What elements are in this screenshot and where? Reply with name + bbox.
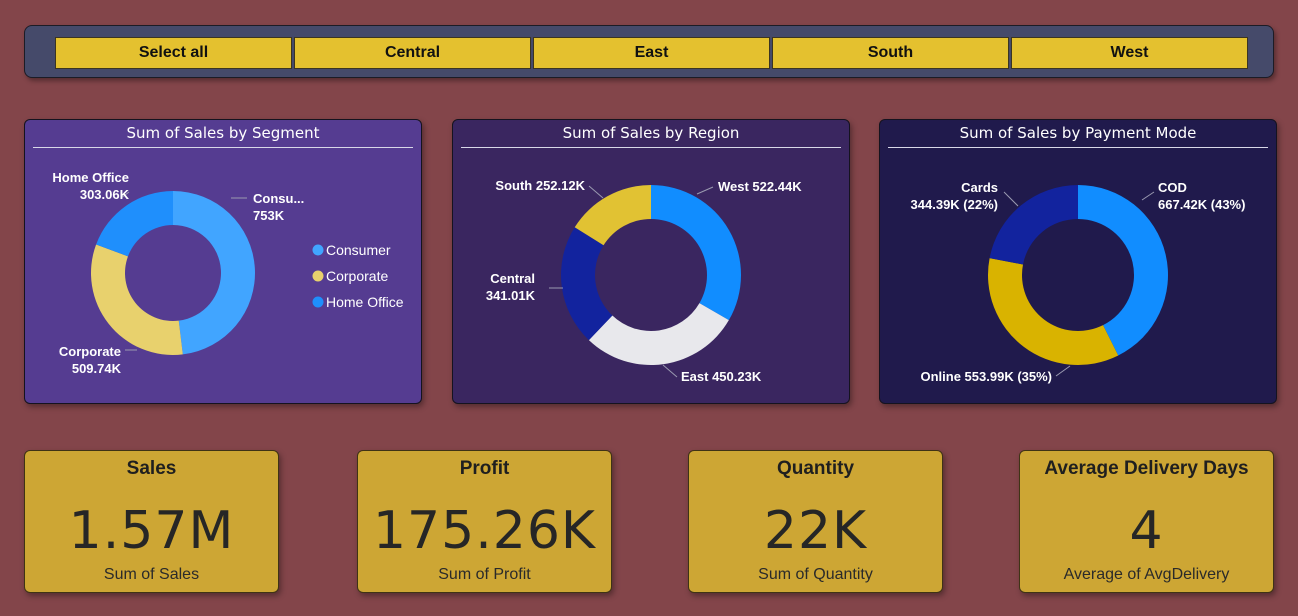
- slicer-select-all-button[interactable]: Select all: [55, 37, 292, 69]
- donut-slice-central[interactable]: [561, 227, 613, 341]
- payment-chart-card: Sum of Sales by Payment Mode COD 667.42K …: [879, 119, 1277, 404]
- kpi-subtitle: Average of AvgDelivery: [1063, 566, 1230, 583]
- data-label: Home Office: [52, 170, 129, 185]
- kpi-delivery-card: Average Delivery Days 4 Average of AvgDe…: [1019, 450, 1274, 593]
- kpi-value: 4: [1129, 501, 1164, 561]
- legend-item[interactable]: Home Office: [326, 294, 404, 310]
- label-leader-line: [1055, 365, 1071, 377]
- kpi-value: 22K: [763, 501, 868, 561]
- data-label: East 450.23K: [681, 369, 762, 384]
- data-label: Cards: [961, 180, 998, 195]
- slicer-central-button[interactable]: Central: [294, 37, 531, 69]
- data-label: COD: [1158, 180, 1187, 195]
- region-slicer: Select all Central East South West: [24, 25, 1274, 78]
- data-label: Corporate: [59, 344, 121, 359]
- kpi-title: Quantity: [776, 458, 855, 479]
- label-leader-line: [696, 186, 714, 195]
- legend-marker: [312, 244, 324, 256]
- region-donut-chart: West 522.44K East 450.23K Central 341.01K So…: [486, 178, 802, 384]
- kpi-value: 1.57M: [68, 501, 235, 561]
- segment-chart-card: Sum of Sales by Segment Consu... 753K Corp…: [24, 119, 422, 404]
- data-label: Central: [490, 271, 535, 286]
- kpi-subtitle: Sum of Quantity: [758, 566, 873, 583]
- legend-marker: [312, 270, 324, 282]
- data-label: 303.06K: [80, 187, 130, 202]
- data-label: 344.39K (22%): [911, 197, 998, 212]
- slicer-east-button[interactable]: East: [533, 37, 770, 69]
- label-leader-line: [1141, 191, 1155, 201]
- kpi-quantity-card: Quantity 22K Sum of Quantity: [688, 450, 943, 593]
- kpi-subtitle: Sum of Sales: [103, 566, 200, 583]
- legend-item[interactable]: Corporate: [326, 268, 388, 284]
- kpi-title: Average Delivery Days: [1044, 458, 1249, 479]
- kpi-value: 175.26K: [372, 501, 597, 561]
- kpi-title: Profit: [459, 458, 510, 479]
- data-label: 753K: [253, 208, 285, 223]
- label-leader-line: [1003, 191, 1019, 207]
- slicer-south-button[interactable]: South: [772, 37, 1009, 69]
- kpi-title: Sales: [126, 458, 177, 479]
- donut-slice-consumer[interactable]: [173, 191, 256, 355]
- data-label: Online 553.99K (35%): [921, 369, 1053, 384]
- kpi-subtitle: Sum of Profit: [438, 566, 531, 583]
- donut-slice-cards[interactable]: [989, 185, 1078, 265]
- segment-donut-chart: Consu... 753K Corporate 509.74K Home Office 3…: [52, 170, 404, 376]
- legend-item[interactable]: Consumer: [326, 242, 391, 258]
- data-label: 667.42K (43%): [1158, 197, 1245, 212]
- region-chart-card: Sum of Sales by Region West 522.44K East …: [452, 119, 850, 404]
- data-label: Consu...: [253, 191, 304, 206]
- donut-slice-corporate[interactable]: [90, 244, 183, 355]
- payment-donut-chart: COD 667.42K (43%) Online 553.99K (35%) Card…: [911, 180, 1246, 384]
- data-label: West 522.44K: [718, 179, 802, 194]
- label-leader-line: [588, 185, 604, 199]
- label-leader-line: [662, 364, 678, 378]
- slicer-west-button[interactable]: West: [1011, 37, 1248, 69]
- data-label: South 252.12K: [495, 178, 585, 193]
- data-label: 509.74K: [72, 361, 122, 376]
- data-label: 341.01K: [486, 288, 536, 303]
- kpi-profit-card: Profit 175.26K Sum of Profit: [357, 450, 612, 593]
- legend-marker: [312, 296, 324, 308]
- donut-slice-online[interactable]: [988, 258, 1119, 365]
- donut-slice-west[interactable]: [651, 185, 741, 321]
- donut-slice-east[interactable]: [588, 303, 729, 366]
- kpi-sales-card: Sales 1.57M Sum of Sales: [24, 450, 279, 593]
